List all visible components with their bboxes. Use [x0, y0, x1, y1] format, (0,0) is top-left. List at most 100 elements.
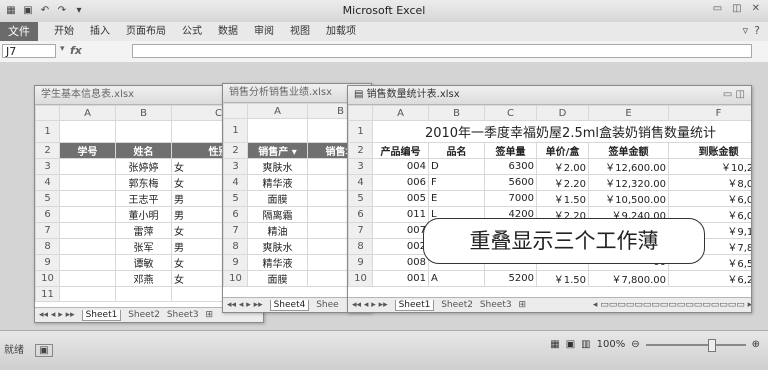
cell[interactable]: E — [428, 190, 485, 207]
macro-record-icon[interactable]: ▣ — [35, 344, 53, 357]
page-break-view-icon[interactable]: ▥ — [581, 339, 590, 350]
row-header[interactable]: 6 — [348, 206, 373, 223]
cell[interactable]: ￥2.00 — [536, 158, 589, 175]
tab-home[interactable]: 开始 — [48, 22, 84, 41]
row-header[interactable]: 2 — [223, 142, 248, 159]
help-icon[interactable]: ? — [754, 24, 760, 37]
corner-cell[interactable] — [223, 103, 248, 119]
header-cell[interactable]: 销售产 ▾ — [247, 142, 308, 159]
cell[interactable]: ￥8,000 — [668, 174, 751, 191]
row-header[interactable]: 1 — [348, 120, 373, 143]
col-header[interactable]: D — [536, 105, 589, 121]
cell[interactable]: 7000 — [484, 190, 537, 207]
sheet-tab[interactable]: Sheet3 — [480, 300, 512, 310]
row-header[interactable]: 8 — [223, 238, 248, 255]
row-header[interactable]: 7 — [35, 222, 60, 239]
workbook-window-sales-count[interactable]: ▤ 销售数量统计表.xlsx ▭ ◫ A B C D E F 1 2010年一季… — [347, 85, 752, 313]
cell[interactable] — [59, 158, 116, 175]
cell[interactable]: 008 — [372, 254, 429, 271]
cell[interactable]: 雷萍 — [115, 222, 172, 239]
cell[interactable]: 005 — [372, 190, 429, 207]
row-header[interactable]: 10 — [223, 270, 248, 287]
cell[interactable]: 001 — [372, 270, 429, 287]
col-header[interactable]: A — [59, 105, 116, 121]
row-header[interactable]: 10 — [35, 270, 60, 287]
filter-dropdown-icon[interactable]: ▾ — [288, 147, 297, 158]
cell[interactable]: 精油 — [247, 222, 308, 239]
tab-insert[interactable]: 插入 — [84, 22, 120, 41]
row-header[interactable]: 4 — [35, 174, 60, 191]
cell[interactable]: 邓燕 — [115, 270, 172, 287]
col-header[interactable]: B — [115, 105, 172, 121]
row-header[interactable]: 3 — [348, 158, 373, 175]
insert-sheet-icon[interactable]: ⊞ — [518, 300, 526, 310]
cell[interactable]: 董小明 — [115, 206, 172, 223]
sheet-tab[interactable]: Sheet3 — [167, 310, 199, 320]
cell[interactable]: ￥6,000 — [668, 190, 751, 207]
corner-cell[interactable] — [348, 105, 373, 121]
zoom-slider-handle[interactable] — [707, 338, 716, 352]
cell[interactable] — [59, 206, 116, 223]
cell[interactable]: 爽肤水 — [247, 158, 308, 175]
minimize-icon[interactable]: ▭ — [723, 89, 732, 100]
row-header[interactable]: 2 — [348, 142, 373, 159]
row-header[interactable]: 5 — [35, 190, 60, 207]
cell[interactable]: ￥7,800.00 — [588, 270, 669, 287]
cell[interactable]: ￥1.50 — [536, 190, 589, 207]
col-header[interactable]: A — [372, 105, 429, 121]
cell[interactable] — [115, 286, 172, 302]
cell[interactable]: ￥1.50 — [536, 270, 589, 287]
cell[interactable]: 5200 — [484, 270, 537, 287]
row-header[interactable]: 2 — [35, 142, 60, 159]
header-cell[interactable]: 学号 — [59, 142, 116, 159]
cell[interactable]: F — [428, 174, 485, 191]
cell[interactable]: 5600 — [484, 174, 537, 191]
undo-icon[interactable]: ↶ — [38, 4, 52, 18]
sheet-tab[interactable]: Shee — [316, 300, 339, 310]
cell[interactable] — [59, 270, 116, 287]
row-header[interactable]: 10 — [348, 270, 373, 287]
tab-review[interactable]: 审阅 — [248, 22, 284, 41]
sheet-tab[interactable]: Sheet2 — [441, 300, 473, 310]
customize-qat-icon[interactable]: ▾ — [72, 4, 86, 18]
corner-cell[interactable] — [35, 105, 60, 121]
header-cell[interactable]: 产品编号 — [372, 142, 429, 159]
cell[interactable]: 面膜 — [247, 270, 308, 287]
name-box[interactable]: J7 — [2, 44, 56, 58]
cell[interactable]: 011 — [372, 206, 429, 223]
cell[interactable] — [59, 190, 116, 207]
formula-input[interactable] — [132, 44, 752, 58]
cell[interactable]: 谭敏 — [115, 254, 172, 271]
restore-icon[interactable]: ◫ — [736, 89, 745, 100]
cell[interactable] — [59, 286, 116, 302]
cell[interactable] — [59, 222, 116, 239]
row-header[interactable]: 4 — [223, 174, 248, 191]
cell[interactable]: 爽肤水 — [247, 238, 308, 255]
namebox-dropdown-icon[interactable]: ▾ — [60, 44, 65, 54]
row-header[interactable]: 7 — [348, 222, 373, 239]
row-header[interactable]: 5 — [348, 190, 373, 207]
normal-view-icon[interactable]: ▦ — [550, 339, 559, 350]
cell[interactable]: 郭东梅 — [115, 174, 172, 191]
row-header[interactable]: 6 — [223, 206, 248, 223]
zoom-in-icon[interactable]: ⊕ — [752, 339, 760, 350]
collapse-ribbon-icon[interactable]: ▿ — [743, 24, 749, 37]
cell[interactable]: 007 — [372, 222, 429, 239]
header-cell[interactable]: 单价/盒 — [536, 142, 589, 159]
row-header[interactable]: 8 — [35, 238, 60, 255]
cell[interactable]: 006 — [372, 174, 429, 191]
row-header[interactable]: 1 — [35, 120, 60, 143]
cell[interactable]: 隔离霜 — [247, 206, 308, 223]
sheet-nav-icon[interactable]: ◂◂ ◂ ▸ ▸▸ — [39, 310, 75, 320]
cell[interactable]: 精华液 — [247, 174, 308, 191]
row-header[interactable]: 3 — [35, 158, 60, 175]
zoom-slider[interactable] — [645, 338, 746, 352]
col-header[interactable]: F — [668, 105, 751, 121]
row-header[interactable]: 9 — [348, 254, 373, 271]
row-header[interactable]: 9 — [223, 254, 248, 271]
header-cell[interactable]: 签单金额 — [588, 142, 669, 159]
page-layout-view-icon[interactable]: ▣ — [566, 339, 575, 350]
cell[interactable] — [59, 174, 116, 191]
header-cell[interactable]: 姓名 — [115, 142, 172, 159]
horizontal-scrollbar[interactable]: ◂ ▭▭▭▭▭▭▭▭▭▭▭▭▭▭▭▭▭ ▸ — [593, 300, 751, 310]
